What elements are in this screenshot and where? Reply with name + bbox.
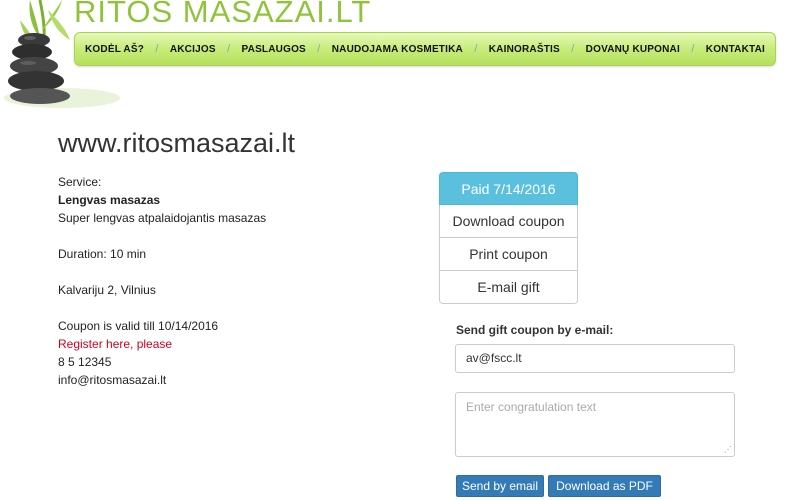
coupon-info: Service: Lengvas masazas Super lengvas a… bbox=[58, 173, 266, 389]
nav-separator: / bbox=[571, 43, 575, 55]
nav-item-kodel-as[interactable]: KODĖL AŠ? bbox=[85, 44, 144, 55]
paid-status-badge: Paid 7/14/2016 bbox=[439, 172, 578, 205]
nav-separator: / bbox=[474, 43, 478, 55]
nav-separator: / bbox=[317, 43, 321, 55]
nav-separator: / bbox=[691, 43, 695, 55]
email-field[interactable]: av@fscc.lt bbox=[455, 344, 735, 373]
main-nav: KODĖL AŠ? / AKCIJOS / PASLAUGOS / NAUDOJ… bbox=[74, 32, 776, 66]
send-by-email-button[interactable]: Send by email bbox=[456, 475, 544, 497]
coupon-validity: Coupon is valid till 10/14/2016 bbox=[58, 319, 219, 333]
nav-item-kainorastis[interactable]: KAINORAŠTIS bbox=[489, 44, 560, 55]
congratulation-placeholder: Enter congratulation text bbox=[466, 400, 597, 414]
nav-item-kontaktai[interactable]: KONTAKTAI bbox=[706, 44, 765, 55]
page-title: www.ritosmasazai.lt bbox=[58, 128, 296, 158]
download-coupon-button[interactable]: Download coupon bbox=[439, 205, 578, 238]
download-pdf-button[interactable]: Download as PDF bbox=[548, 475, 661, 497]
contact-phone: 8 5 12345 bbox=[58, 355, 112, 369]
resize-grip-icon[interactable]: ⋰ bbox=[724, 446, 732, 454]
congratulation-textarea[interactable]: Enter congratulation text ⋰ bbox=[455, 392, 735, 457]
service-description: Super lengvas atpalaidojantis masazas bbox=[58, 211, 267, 225]
print-coupon-button[interactable]: Print coupon bbox=[439, 238, 578, 271]
nav-item-akcijos[interactable]: AKCIJOS bbox=[170, 44, 216, 55]
service-address: Kalvariju 2, Vilnius bbox=[58, 283, 156, 297]
nav-item-dovanu-kuponai[interactable]: DOVANŲ KUPONAI bbox=[586, 44, 680, 55]
nav-item-naudojama-kosmetika[interactable]: NAUDOJAMA KOSMETIKA bbox=[332, 44, 463, 55]
send-email-label: Send gift coupon by e-mail: bbox=[456, 323, 614, 337]
service-duration: Duration: 10 min bbox=[58, 247, 147, 261]
register-link[interactable]: Register here, please bbox=[58, 335, 266, 353]
coupon-actions: Paid 7/14/2016 Download coupon Print cou… bbox=[439, 172, 578, 304]
service-name: Lengvas masazas bbox=[58, 193, 161, 207]
site-logo-text[interactable]: RITOS MASAZAI.LT bbox=[74, 0, 371, 30]
email-gift-button[interactable]: E-mail gift bbox=[439, 271, 578, 304]
contact-email: info@ritosmasazai.lt bbox=[58, 373, 167, 387]
nav-separator: / bbox=[227, 43, 231, 55]
nav-separator: / bbox=[155, 43, 159, 55]
service-label: Service: bbox=[58, 175, 102, 189]
nav-item-paslaugos[interactable]: PASLAUGOS bbox=[242, 44, 306, 55]
